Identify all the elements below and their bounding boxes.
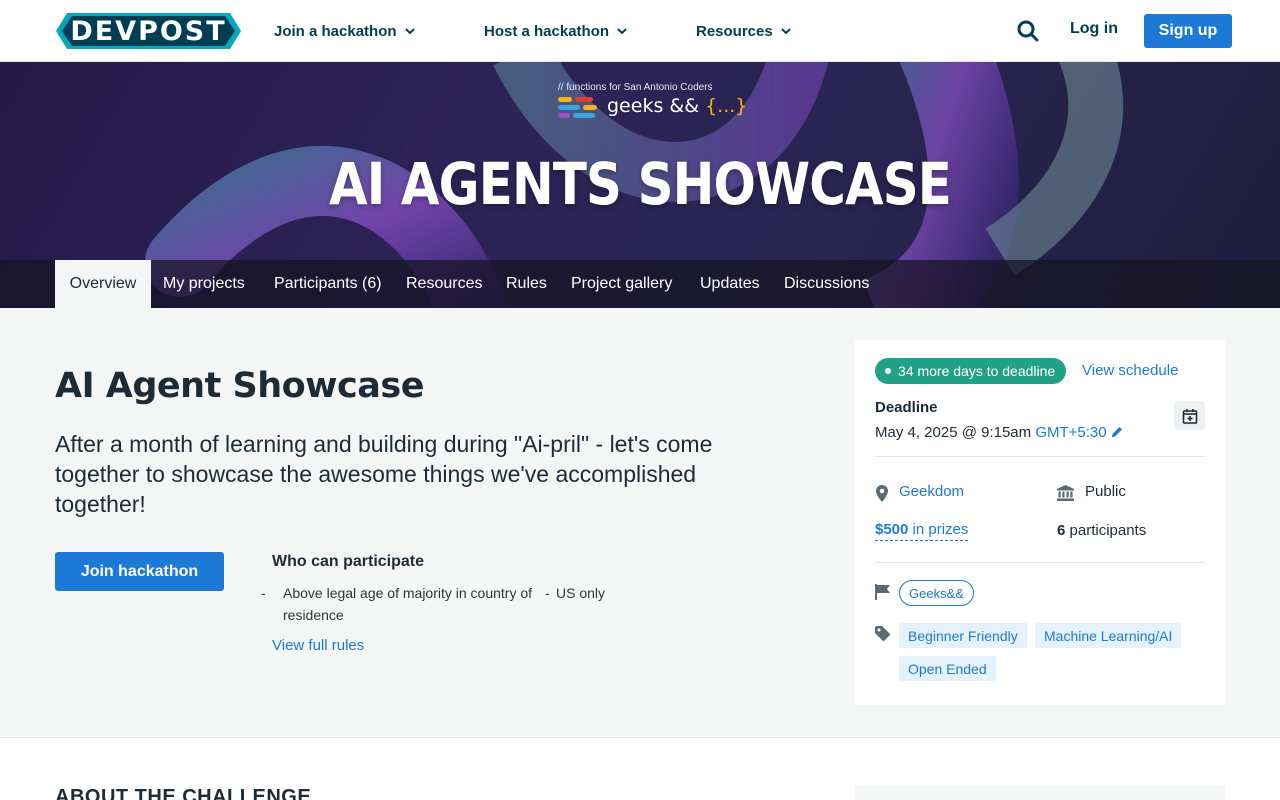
- list-dash: -: [545, 585, 550, 601]
- tab-discussions[interactable]: Discussions: [784, 260, 869, 308]
- tab-updates[interactable]: Updates: [700, 260, 760, 308]
- tab-resources[interactable]: Resources: [406, 260, 482, 308]
- nav-resources-label: Resources: [696, 22, 773, 40]
- about-sidebar-placeholder: [855, 786, 1225, 800]
- location-pin-icon: [875, 484, 888, 502]
- deadline-value: May 4, 2025 @ 9:15am GMT+5:30: [875, 424, 1123, 442]
- eligibility-item: - US only: [545, 582, 605, 604]
- location-text: Geekdom: [899, 483, 965, 500]
- days-left-text: 34 more days to deadline: [898, 363, 1056, 379]
- tab-my-projects[interactable]: My projects: [163, 260, 245, 308]
- location-link[interactable]: Geekdom: [899, 483, 964, 500]
- visibility-text: Public: [1085, 483, 1126, 500]
- chevron-down-icon: [781, 27, 791, 35]
- tab-project-gallery[interactable]: Project gallery: [571, 260, 672, 308]
- flag-icon: [875, 584, 891, 600]
- nav-resources[interactable]: Resources: [696, 20, 791, 42]
- eligibility-item-text: Above legal age of majority in country o…: [283, 585, 533, 623]
- timezone-link[interactable]: GMT+5:30: [1035, 424, 1106, 441]
- search-icon[interactable]: [1016, 19, 1040, 43]
- chevron-down-icon: [404, 27, 415, 35]
- pencil-icon[interactable]: [1111, 425, 1123, 442]
- prizes-link[interactable]: $500 in prizes: [875, 521, 969, 541]
- deadline-date: May 4, 2025 @ 9:15am: [875, 424, 1032, 441]
- list-dash: -: [261, 585, 266, 601]
- tab-rules[interactable]: Rules: [506, 260, 547, 308]
- nav-host-label: Host a hackathon: [484, 22, 610, 40]
- theme-tag[interactable]: Beginner Friendly: [899, 623, 1027, 648]
- organizer-name-text: geeks &&: [607, 95, 700, 117]
- card-divider: [875, 456, 1205, 457]
- calendar-plus-icon: [1182, 408, 1198, 424]
- organizer-braces: {...}: [705, 95, 748, 117]
- eligibility-item-text: US only: [556, 585, 606, 601]
- days-left-badge: 34 more days to deadline: [875, 358, 1067, 384]
- tab-participants[interactable]: Participants (6): [274, 260, 382, 308]
- hackathon-tagline: After a month of learning and building d…: [55, 431, 713, 517]
- hackathon-banner: // functions for San Antonio Coders geek…: [0, 62, 1280, 308]
- nav-join-label: Join a hackathon: [274, 22, 397, 40]
- banner-title: AI AGENTS SHOWCASE: [328, 150, 952, 218]
- participant-label: participants: [1065, 522, 1147, 539]
- tag-icon: [875, 626, 891, 642]
- theme-tag[interactable]: Machine Learning/AI: [1035, 623, 1182, 648]
- hackathon-info-card: 34 more days to deadline View schedule D…: [855, 340, 1225, 705]
- hackathon-tabs: Overview My projects Participants (6) Re…: [0, 260, 1280, 308]
- deadline-label: Deadline: [875, 399, 938, 416]
- chevron-down-icon: [617, 27, 627, 35]
- page-title: AI Agent Showcase: [55, 366, 424, 406]
- join-hackathon-button[interactable]: Join hackathon: [55, 552, 224, 591]
- nav-join-hackathon[interactable]: Join a hackathon: [274, 20, 415, 42]
- signup-button[interactable]: Sign up: [1144, 14, 1232, 48]
- nav-host-hackathon[interactable]: Host a hackathon: [484, 20, 627, 42]
- view-schedule-link[interactable]: View schedule: [1082, 362, 1178, 379]
- organizer-tagline: // functions for San Antonio Coders: [558, 82, 713, 93]
- eligibility-heading: Who can participate: [272, 553, 425, 570]
- login-link[interactable]: Log in: [1070, 20, 1118, 38]
- organizer-name: geeks && {...}: [607, 95, 747, 117]
- participant-count: 6 participants: [1057, 522, 1146, 539]
- status-dot: [885, 368, 891, 374]
- public-building-icon: [1057, 485, 1074, 501]
- about-section: ABOUT THE CHALLENGE: [0, 737, 1280, 800]
- prize-suffix: in prizes: [908, 521, 969, 538]
- logo-text: DEVPOST: [70, 15, 227, 47]
- prize-amount: $500: [875, 521, 909, 538]
- card-divider: [875, 562, 1205, 563]
- view-full-rules-link[interactable]: View full rules: [272, 637, 364, 654]
- tab-overview[interactable]: Overview: [55, 260, 151, 308]
- eligibility-item: - Above legal age of majority in country …: [261, 582, 534, 626]
- devpost-logo[interactable]: DEVPOST: [56, 13, 241, 49]
- about-heading: ABOUT THE CHALLENGE: [55, 786, 312, 800]
- add-to-calendar-button[interactable]: [1174, 401, 1205, 430]
- top-navigation: DEVPOST Join a hackathon Host a hackatho…: [0, 0, 1280, 62]
- theme-tag[interactable]: Open Ended: [899, 656, 996, 681]
- host-tag[interactable]: Geeks&&: [899, 580, 974, 606]
